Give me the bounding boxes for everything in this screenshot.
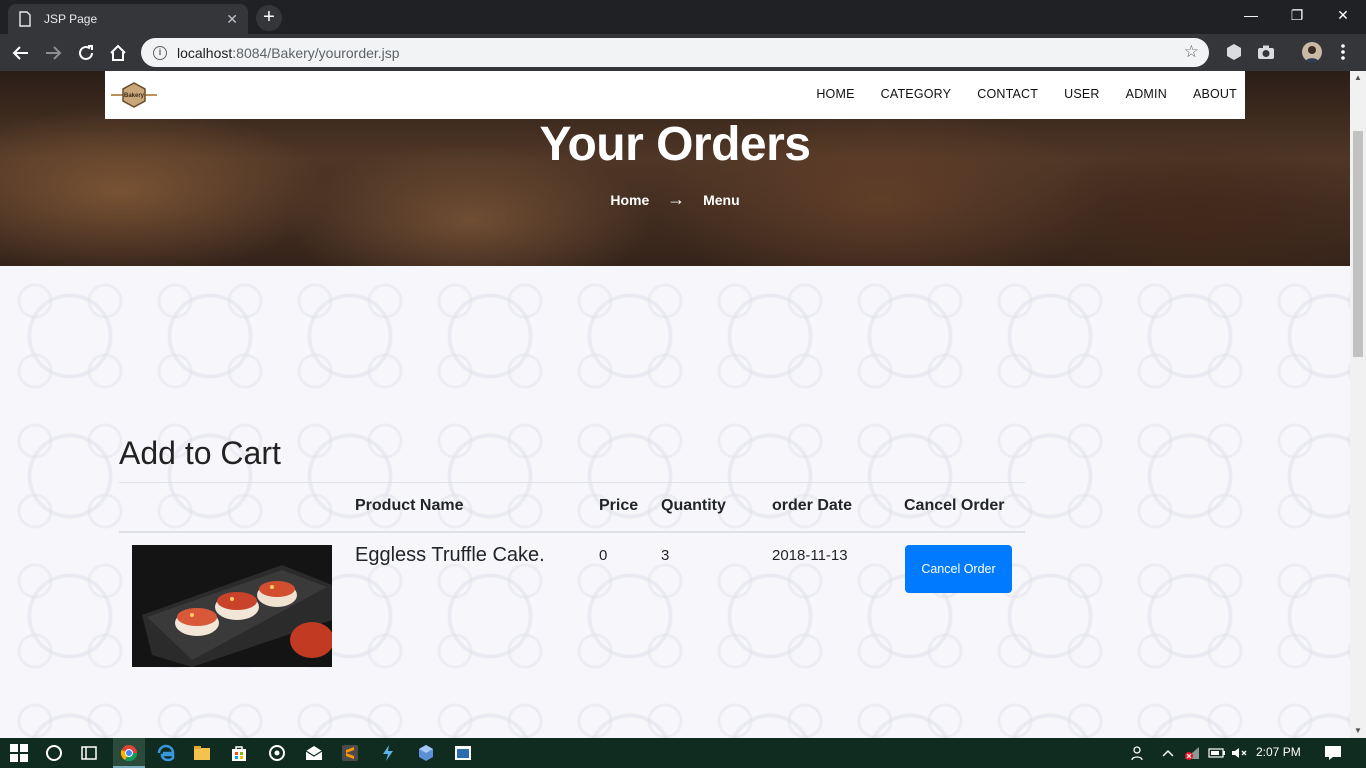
row-product-name: Eggless Truffle Cake. <box>355 544 545 566</box>
row-order-date: 2018-11-13 <box>772 547 848 564</box>
close-window-button[interactable]: ✕ <box>1320 0 1366 30</box>
scrollbar-thumb[interactable] <box>1353 131 1363 357</box>
column-header-product-name: Product Name <box>355 497 464 514</box>
breadcrumb-home-link[interactable]: Home <box>610 192 649 208</box>
app-icon[interactable] <box>452 742 474 764</box>
info-icon[interactable]: i <box>153 45 167 60</box>
flash-icon[interactable] <box>377 742 399 764</box>
profile-avatar[interactable] <box>1302 42 1322 62</box>
back-button[interactable] <box>8 40 34 66</box>
page-icon <box>19 11 31 27</box>
breadcrumb-current: Menu <box>703 192 740 208</box>
table-header-rule <box>119 531 1025 533</box>
extension-cube-icon[interactable] <box>1224 42 1244 62</box>
product-image <box>132 545 332 667</box>
page-viewport: Your Orders Home → Menu Bakery HOME CATE… <box>0 71 1350 738</box>
address-bar[interactable]: i localhost:8084/Bakery/yourorder.jsp ☆ <box>141 38 1209 67</box>
people-icon[interactable] <box>1128 742 1150 764</box>
sushi-plate-illustration <box>132 545 332 667</box>
chrome-menu-icon[interactable] <box>1336 42 1350 62</box>
nav-admin[interactable]: ADMIN <box>1126 87 1167 101</box>
nav-user[interactable]: USER <box>1064 87 1100 101</box>
volume-muted-icon[interactable] <box>1228 742 1250 764</box>
restore-button[interactable]: ❐ <box>1274 0 1320 30</box>
home-icon <box>110 44 126 61</box>
site-navbar: Bakery HOME CATEGORY CONTACT USER ADMIN … <box>105 71 1245 119</box>
url-host: localhost <box>177 44 233 61</box>
scroll-down-icon[interactable]: ▼ <box>1350 724 1366 738</box>
virtualbox-icon[interactable] <box>415 742 437 764</box>
browser-tab[interactable]: JSP Page ✕ <box>8 4 248 34</box>
scroll-up-icon[interactable]: ▲ <box>1350 71 1366 85</box>
media-icon[interactable] <box>266 742 288 764</box>
tab-close-icon[interactable]: ✕ <box>226 11 238 28</box>
file-explorer-icon[interactable] <box>191 742 213 764</box>
browser-toolbar: i localhost:8084/Bakery/yourorder.jsp ☆ <box>0 34 1366 71</box>
cortana-icon[interactable] <box>43 742 65 764</box>
minimize-button[interactable]: — <box>1228 0 1274 30</box>
tab-title: JSP Page <box>44 12 98 26</box>
camera-extension-icon[interactable] <box>1256 42 1276 62</box>
url-path: :8084/Bakery/yourorder.jsp <box>232 44 400 61</box>
column-header-quantity: Quantity <box>661 497 726 514</box>
store-icon[interactable] <box>228 742 250 764</box>
back-arrow-icon <box>12 46 28 60</box>
chevron-up-icon[interactable] <box>1157 742 1179 764</box>
windows-start-icon[interactable] <box>8 742 30 764</box>
svg-text:Bakery: Bakery <box>124 93 145 99</box>
nav-home[interactable]: HOME <box>816 87 854 101</box>
windows-taskbar: 2:07 PM <box>0 738 1366 768</box>
network-icon[interactable] <box>1181 742 1203 764</box>
page-title: Your Orders <box>539 118 811 171</box>
bakery-logo[interactable]: Bakery <box>111 81 157 109</box>
edge-icon[interactable] <box>155 742 177 764</box>
row-price: 0 <box>599 547 608 564</box>
column-header-order-date: order Date <box>772 497 853 514</box>
cancel-order-button[interactable]: Cancel Order <box>905 545 1012 593</box>
page-scrollbar[interactable]: ▲ ▼ <box>1350 71 1366 738</box>
new-tab-button[interactable]: + <box>256 5 282 31</box>
task-view-icon[interactable] <box>78 742 100 764</box>
column-header-cancel-order: Cancel Order <box>904 497 1005 514</box>
avatar-icon <box>1305 46 1319 62</box>
forward-button[interactable] <box>40 40 66 66</box>
browser-tab-strip: JSP Page ✕ + — ❐ ✕ <box>0 0 1366 34</box>
nav-category[interactable]: CATEGORY <box>881 87 952 101</box>
taskbar-clock[interactable]: 2:07 PM <box>1256 745 1301 759</box>
nav-about[interactable]: ABOUT <box>1193 87 1237 101</box>
reload-button[interactable] <box>73 40 99 66</box>
sublime-icon[interactable] <box>339 742 361 764</box>
action-center-icon[interactable] <box>1322 742 1344 764</box>
forward-arrow-icon <box>46 46 62 60</box>
chrome-icon[interactable] <box>118 742 140 764</box>
breadcrumb: Home → Menu <box>0 189 1350 210</box>
row-quantity: 3 <box>661 547 670 564</box>
breadcrumb-arrow-icon: → <box>667 189 686 209</box>
nav-contact[interactable]: CONTACT <box>977 87 1038 101</box>
table-top-rule <box>119 482 1025 483</box>
reload-icon <box>79 45 93 60</box>
column-header-price: Price <box>599 497 639 514</box>
bookmark-star-icon[interactable]: ☆ <box>1184 42 1199 62</box>
cart-heading: Add to Cart <box>119 435 281 471</box>
home-button[interactable] <box>105 40 131 66</box>
battery-icon[interactable] <box>1206 742 1228 764</box>
nav-links: HOME CATEGORY CONTACT USER ADMIN ABOUT <box>790 87 1237 101</box>
mail-icon[interactable] <box>303 742 325 764</box>
